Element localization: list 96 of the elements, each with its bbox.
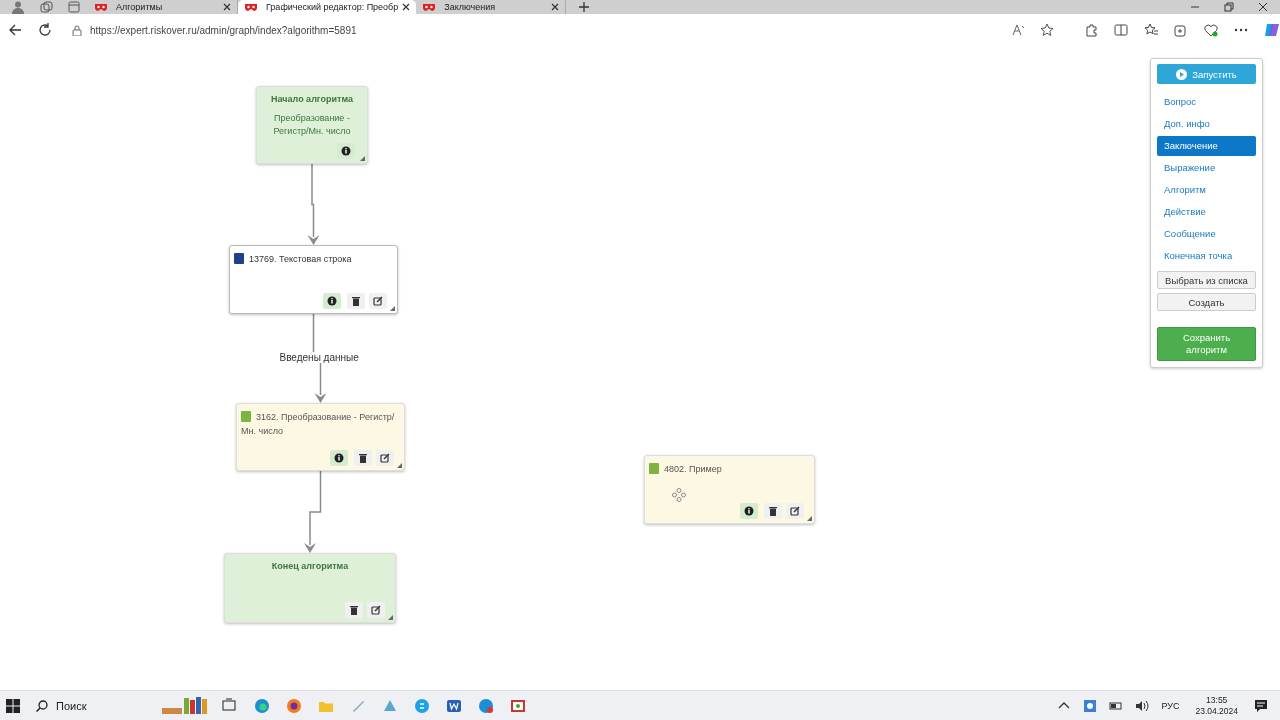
- panel-link[interactable]: Доп. инфо: [1157, 113, 1256, 135]
- node-title: Конец алгоритма: [270, 561, 350, 571]
- notifications-icon[interactable]: [1254, 698, 1268, 713]
- trash-icon: [358, 453, 368, 463]
- chat-app-icon[interactable]: [478, 697, 494, 714]
- flow-node[interactable]: 13769. Текстовая строка: [229, 245, 398, 314]
- read-aloud-icon[interactable]: [1012, 24, 1026, 36]
- edit-icon: [371, 605, 381, 615]
- info-icon: [334, 453, 344, 463]
- edit-icon: [380, 453, 390, 463]
- node-title: Начало алгоритма: [270, 94, 354, 104]
- node-title: 13769. Текстовая строка: [234, 252, 391, 266]
- delete-button[interactable]: [764, 503, 782, 519]
- tab-actions-icon[interactable]: [67, 0, 81, 14]
- document-icon: [649, 463, 659, 474]
- clock-date[interactable]: 23.04.2024: [1195, 705, 1238, 717]
- panel-link[interactable]: Сообщение: [1157, 223, 1256, 245]
- profile-icon[interactable]: [11, 0, 25, 14]
- workspaces-icon[interactable]: [39, 0, 53, 14]
- resize-handle-icon[interactable]: [360, 156, 365, 161]
- speaker-icon[interactable]: [1135, 698, 1150, 713]
- close-icon[interactable]: [551, 3, 560, 11]
- back-icon[interactable]: [8, 23, 22, 37]
- panel-button[interactable]: Создать: [1157, 293, 1256, 311]
- panel-button[interactable]: Выбрать из списка: [1157, 271, 1256, 289]
- panel-link[interactable]: Конечная точка: [1157, 245, 1256, 267]
- info-button[interactable]: [337, 143, 355, 159]
- question-type-icon: [234, 253, 244, 264]
- node-title: 3162. Преобразование - Регистр/Мн. число: [241, 410, 396, 438]
- info-icon: [327, 296, 337, 306]
- delete-button[interactable]: [345, 602, 363, 618]
- panel-link[interactable]: Алгоритм: [1157, 179, 1256, 201]
- restore-icon[interactable]: [1224, 2, 1234, 12]
- trash-icon: [349, 605, 359, 615]
- word-icon[interactable]: [446, 697, 462, 714]
- copilot-icon[interactable]: [1264, 22, 1280, 38]
- edit-icon: [790, 506, 800, 516]
- browser-tab[interactable]: Графический редактор: Преобр: [238, 0, 417, 14]
- collections-icon[interactable]: [1174, 23, 1188, 37]
- extensions-icon[interactable]: [1084, 23, 1098, 37]
- node-title: 4802. Пример: [649, 462, 808, 476]
- language-indicator[interactable]: РУС: [1161, 700, 1180, 711]
- edit-button[interactable]: [786, 503, 804, 519]
- info-button[interactable]: [740, 503, 758, 519]
- info-button[interactable]: [330, 450, 348, 466]
- firefox-icon[interactable]: [286, 697, 302, 714]
- trash-icon: [351, 296, 361, 306]
- resize-handle-icon[interactable]: [397, 463, 402, 468]
- mask-icon: [94, 2, 108, 12]
- delete-button[interactable]: [354, 450, 372, 466]
- search-icon: [36, 699, 48, 712]
- document-icon: [241, 411, 251, 422]
- delete-button[interactable]: [347, 293, 365, 309]
- edit-icon: [373, 296, 383, 306]
- panel-link[interactable]: Выражение: [1157, 157, 1256, 179]
- books-icon: [160, 695, 210, 716]
- close-icon[interactable]: [402, 3, 411, 11]
- resize-handle-icon[interactable]: [390, 306, 395, 311]
- play-icon: [1176, 68, 1188, 80]
- taskbar-search-field[interactable]: Поиск: [30, 691, 160, 720]
- presentation-app-icon[interactable]: [510, 697, 526, 714]
- flow-node[interactable]: 4802. Пример: [644, 455, 815, 524]
- flow-node[interactable]: 3162. Преобразование - Регистр/Мн. число: [236, 403, 405, 471]
- split-screen-icon[interactable]: [1114, 23, 1128, 37]
- trash-icon: [768, 506, 778, 516]
- edge-label: Введены данные: [279, 351, 359, 363]
- edit-button[interactable]: [369, 293, 387, 309]
- health-icon[interactable]: [1204, 23, 1218, 37]
- windows-start-icon[interactable]: [6, 698, 20, 713]
- favorite-star-icon[interactable]: [1040, 23, 1054, 37]
- lock-icon: [72, 24, 82, 36]
- close-icon[interactable]: [1258, 2, 1268, 12]
- favorites-icon[interactable]: [1144, 23, 1158, 37]
- new-tab-icon[interactable]: [578, 1, 591, 13]
- network-app-icon[interactable]: [1083, 698, 1098, 713]
- mask-icon: [422, 2, 437, 12]
- resize-handle-icon[interactable]: [807, 516, 812, 521]
- resize-handle-icon[interactable]: [388, 615, 393, 620]
- clock-time[interactable]: 13:55: [1206, 694, 1228, 706]
- flow-node[interactable]: Начало алгоритма Преобразование - Регистр/Мн. число: [256, 86, 368, 164]
- info-icon: [341, 146, 351, 156]
- panel-link[interactable]: Заключение: [1157, 136, 1256, 156]
- move-icon: [672, 488, 686, 502]
- info-icon: [744, 506, 754, 516]
- flow-node[interactable]: Конец алгоритма: [224, 553, 396, 623]
- edge-browser-icon[interactable]: [254, 697, 270, 714]
- edit-button[interactable]: [376, 450, 394, 466]
- close-icon[interactable]: [223, 3, 231, 11]
- task-view-icon[interactable]: [222, 697, 238, 714]
- edit-button[interactable]: [367, 602, 385, 618]
- panel-link[interactable]: Вопрос: [1157, 91, 1256, 113]
- panel-link[interactable]: Действие: [1157, 201, 1256, 223]
- node-subtitle: Преобразование - Регистр/Мн. число: [272, 112, 352, 138]
- info-button[interactable]: [323, 293, 341, 309]
- reload-icon[interactable]: [38, 23, 52, 37]
- mask-icon: [244, 2, 258, 12]
